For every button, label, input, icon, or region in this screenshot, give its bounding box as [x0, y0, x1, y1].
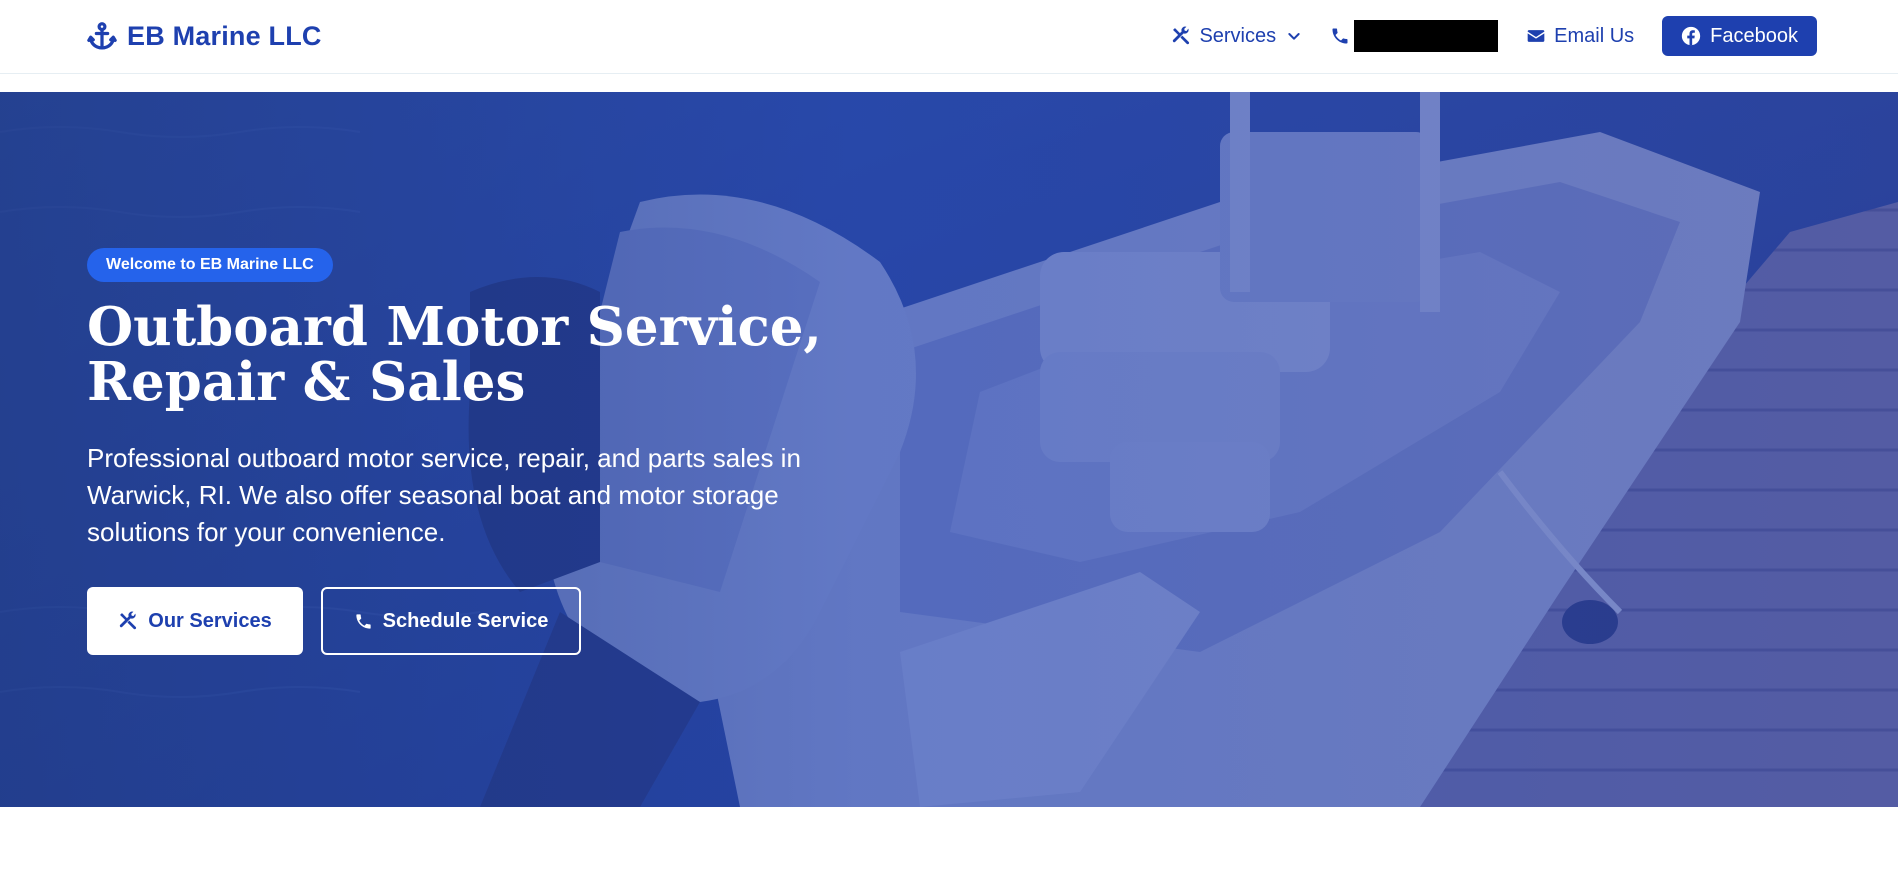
anchor-icon: [87, 22, 117, 50]
hero-content: Welcome to EB Marine LLC Outboard Motor …: [87, 248, 907, 655]
nav-email-label: Email Us: [1554, 24, 1635, 47]
tools-icon: [120, 611, 137, 630]
hero-title-line-1: Outboard Motor Service,: [87, 296, 822, 358]
our-services-button[interactable]: Our Services: [87, 587, 303, 655]
phone-number-redacted: [1354, 20, 1499, 52]
nav-phone-link[interactable]: [1330, 20, 1499, 52]
phone-icon: [356, 613, 371, 629]
welcome-badge: Welcome to EB Marine LLC: [87, 248, 333, 282]
facebook-icon: [1681, 26, 1701, 46]
envelope-icon: [1527, 30, 1545, 42]
schedule-service-label: Schedule Service: [382, 609, 549, 632]
nav-services-dropdown[interactable]: Services: [1171, 25, 1302, 48]
chevron-down-icon: [1288, 33, 1300, 40]
tools-icon: [1173, 26, 1190, 45]
brand-name: EB Marine LLC: [127, 20, 322, 51]
hero-cta-row: Our Services Schedule Service: [87, 587, 907, 655]
facebook-label: Facebook: [1710, 24, 1798, 47]
brand-logo-link[interactable]: EB Marine LLC: [87, 17, 322, 55]
facebook-button[interactable]: Facebook: [1662, 16, 1817, 56]
hero-description: Professional outboard motor service, rep…: [87, 443, 801, 547]
phone-icon: [1332, 28, 1348, 44]
site-header: EB Marine LLC Services Email Us Facebook: [0, 0, 1898, 74]
hero-title: Outboard Motor Service, Repair & Sales: [87, 300, 907, 410]
hero-section: Welcome to EB Marine LLC Outboard Motor …: [0, 92, 1898, 807]
main-nav: Services Email Us Facebook: [1171, 16, 1817, 56]
our-services-label: Our Services: [148, 609, 272, 632]
nav-services-label: Services: [1199, 24, 1277, 47]
hero-title-line-2: Repair & Sales: [87, 351, 526, 413]
nav-email-link[interactable]: Email Us: [1526, 25, 1634, 48]
schedule-service-button[interactable]: Schedule Service: [321, 587, 581, 655]
